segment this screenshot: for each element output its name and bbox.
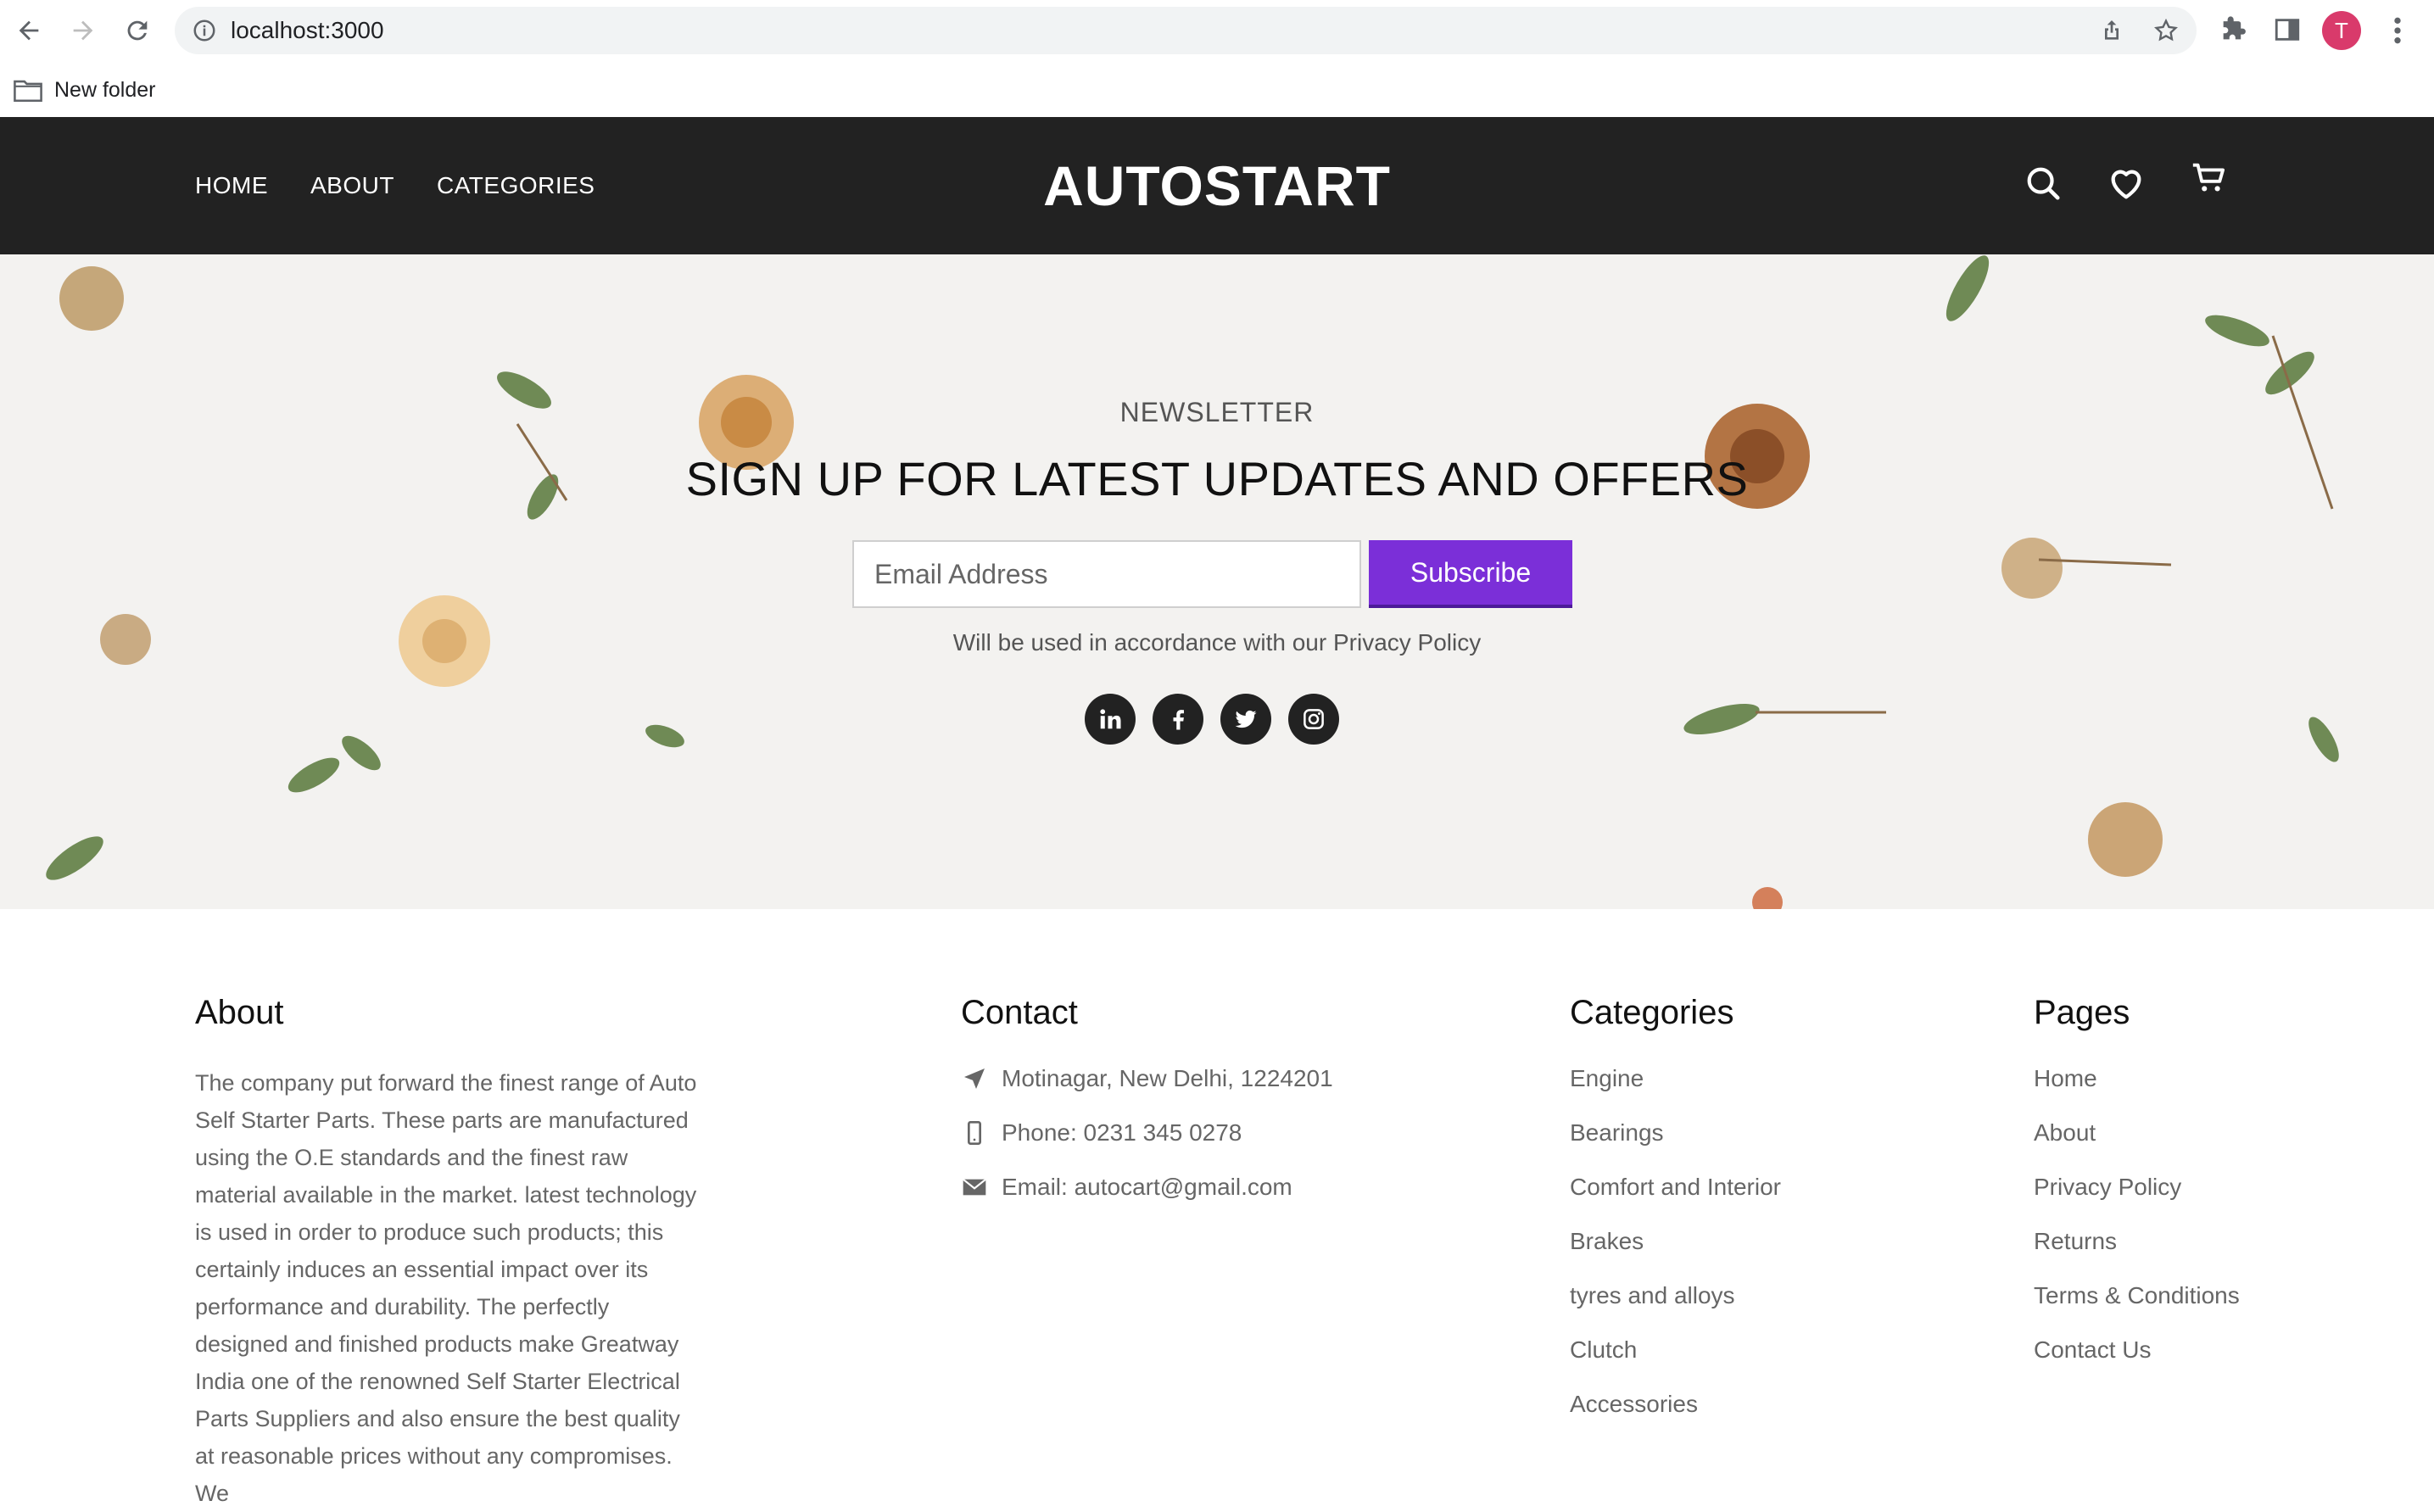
contact-email: Email: autocart@gmail.com — [961, 1173, 1333, 1227]
contact-address-text: Motinagar, New Delhi, 1224201 — [1002, 1065, 1333, 1091]
bookmark-folder[interactable]: New folder — [14, 75, 156, 105]
category-link-brakes[interactable]: Brakes — [1570, 1227, 1781, 1281]
envelope-icon — [963, 1178, 986, 1196]
contact-phone-text: Phone: 0231 345 0278 — [1002, 1119, 1242, 1146]
category-link-bearings[interactable]: Bearings — [1570, 1119, 1781, 1173]
contact-address: Motinagar, New Delhi, 1224201 — [961, 1064, 1333, 1119]
page-link-home[interactable]: Home — [2034, 1064, 2240, 1119]
email-input[interactable] — [852, 540, 1361, 608]
category-link-accessories[interactable]: Accessories — [1570, 1390, 1781, 1444]
bookmarks-bar: New folder — [0, 63, 2434, 117]
footer-pages-heading: Pages — [2034, 994, 2130, 1031]
search-button[interactable] — [2019, 159, 2067, 207]
brand-logo[interactable]: AUTOSTART — [1043, 153, 1391, 218]
privacy-note: Will be used in accordance with our Priv… — [952, 629, 1482, 656]
facebook-icon — [1173, 710, 1184, 730]
reload-icon — [127, 20, 148, 41]
folder-icon — [14, 80, 42, 103]
browser-toolbar: localhost:3000 T — [0, 0, 2434, 63]
side-panel-icon[interactable] — [2273, 15, 2302, 44]
contact-email-text[interactable]: Email: autocart@gmail.com — [1002, 1173, 1292, 1202]
nav-home[interactable]: HOME — [195, 172, 268, 199]
bookmark-star-icon[interactable] — [2152, 17, 2180, 44]
newsletter-section: NEWSLETTER SIGN UP FOR LATEST UPDATES AN… — [0, 254, 2434, 909]
reload-button[interactable] — [119, 12, 156, 49]
twitter-link[interactable] — [1220, 694, 1271, 745]
footer-categories-heading: Categories — [1570, 994, 1734, 1031]
footer-categories: Categories Engine Bearings Comfort and I… — [1570, 994, 1781, 1444]
contact-phone: Phone: 0231 345 0278 — [961, 1119, 1333, 1173]
url-text[interactable]: localhost:3000 — [231, 17, 384, 44]
linkedin-icon — [1100, 709, 1121, 729]
footer-contact-heading: Contact — [961, 994, 1078, 1031]
twitter-icon — [1235, 710, 1257, 728]
profile-avatar[interactable]: T — [2322, 11, 2361, 50]
heart-icon — [2111, 170, 2141, 199]
subscribe-button[interactable]: Subscribe — [1369, 540, 1572, 608]
instagram-link[interactable] — [1288, 694, 1339, 745]
footer-about-heading: About — [195, 994, 284, 1031]
bookmark-label: New folder — [54, 77, 156, 102]
instagram-icon — [1304, 709, 1324, 729]
info-icon[interactable] — [192, 18, 217, 43]
location-arrow-icon — [964, 1068, 985, 1089]
mobile-phone-icon — [968, 1121, 981, 1145]
footer-about: About The company put forward the finest… — [195, 994, 704, 1512]
site-footer: About The company put forward the finest… — [0, 909, 2434, 1506]
nav-categories[interactable]: CATEGORIES — [437, 172, 595, 199]
category-link-engine[interactable]: Engine — [1570, 1064, 1781, 1119]
category-link-clutch[interactable]: Clutch — [1570, 1336, 1781, 1390]
facebook-link[interactable] — [1153, 694, 1203, 745]
arrow-left-icon — [19, 20, 39, 41]
back-button[interactable] — [10, 12, 47, 49]
forward-button[interactable] — [64, 12, 102, 49]
newsletter-eyebrow: NEWSLETTER — [1119, 397, 1315, 427]
newsletter-title: SIGN UP FOR LATEST UPDATES AND OFFERS — [685, 452, 1749, 505]
extensions-icon[interactable] — [2219, 15, 2247, 44]
wishlist-button[interactable] — [2102, 159, 2150, 207]
more-menu-icon[interactable] — [2385, 14, 2410, 47]
arrow-right-icon — [73, 20, 93, 41]
page-link-contact-us[interactable]: Contact Us — [2034, 1336, 2240, 1390]
page-link-about[interactable]: About — [2034, 1119, 2240, 1173]
footer-about-text: The company put forward the finest range… — [195, 1070, 697, 1506]
search-icon — [2027, 167, 2060, 200]
nav-about[interactable]: ABOUT — [310, 172, 394, 199]
category-link-tyres-alloys[interactable]: tyres and alloys — [1570, 1281, 1781, 1336]
page-link-terms[interactable]: Terms & Conditions — [2034, 1281, 2240, 1336]
cart-button[interactable] — [2186, 154, 2233, 202]
site-header: HOME ABOUT CATEGORIES AUTOSTART — [0, 117, 2434, 254]
page-link-privacy-policy[interactable]: Privacy Policy — [2034, 1173, 2240, 1227]
main-nav: HOME ABOUT CATEGORIES — [195, 117, 637, 254]
page-link-returns[interactable]: Returns — [2034, 1227, 2240, 1281]
footer-pages: Pages Home About Privacy Policy Returns … — [2034, 994, 2240, 1390]
linkedin-link[interactable] — [1085, 694, 1136, 745]
cart-icon — [2192, 163, 2225, 192]
share-icon[interactable] — [2098, 17, 2125, 44]
address-bar[interactable]: localhost:3000 — [175, 7, 2197, 54]
category-link-comfort-interior[interactable]: Comfort and Interior — [1570, 1173, 1781, 1227]
footer-contact: Contact Motinagar, New Delhi, 1224201 Ph… — [961, 994, 1333, 1227]
